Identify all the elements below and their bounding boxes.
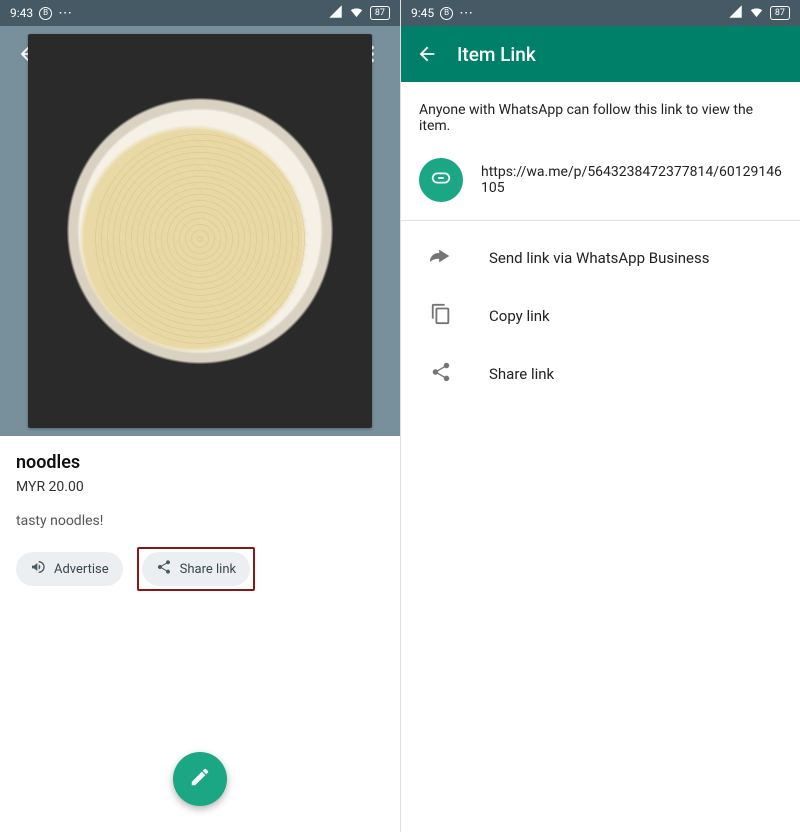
- battery-indicator: 87: [770, 6, 790, 20]
- action-chips: Advertise Share link: [16, 547, 384, 591]
- status-more-icon: [58, 5, 72, 21]
- appbar-title: Item Link: [457, 43, 536, 66]
- forward-icon: [430, 245, 452, 271]
- item-image: [28, 34, 372, 428]
- link-icon: [430, 167, 452, 193]
- screen-item-detail: 9:43 B 87 noodles MYR 20.00 ta: [0, 0, 400, 832]
- screen-item-link: 9:45 B 87 Item Link Anyone with WhatsApp…: [400, 0, 800, 832]
- option-label: Send link via WhatsApp Business: [489, 249, 709, 267]
- option-label: Share link: [489, 365, 554, 383]
- status-bar: 9:45 B 87: [401, 0, 800, 26]
- share-link-button[interactable]: Share link: [142, 552, 250, 586]
- content: Anyone with WhatsApp can follow this lin…: [401, 82, 800, 403]
- megaphone-icon: [30, 559, 46, 579]
- signal-icon: [728, 4, 743, 22]
- share-icon: [430, 361, 452, 387]
- item-title: noodles: [16, 452, 384, 473]
- battery-indicator: 87: [370, 6, 390, 20]
- link-circle: [419, 158, 463, 202]
- advertise-button[interactable]: Advertise: [16, 552, 123, 586]
- edit-fab[interactable]: [173, 752, 227, 806]
- status-bar: 9:43 B 87: [0, 0, 400, 26]
- wifi-icon: [749, 4, 764, 22]
- wifi-icon: [349, 4, 364, 22]
- link-row[interactable]: https://wa.me/p/5643238472377814/6012914…: [419, 158, 782, 202]
- status-time: 9:43: [10, 6, 33, 20]
- item-price: MYR 20.00: [16, 479, 384, 495]
- divider: [401, 220, 800, 221]
- option-share-link[interactable]: Share link: [419, 345, 782, 403]
- share-link-highlight: Share link: [137, 547, 255, 591]
- status-badge-b: B: [440, 7, 453, 20]
- appbar: Item Link: [401, 26, 800, 82]
- signal-icon: [328, 4, 343, 22]
- status-more-icon: [459, 5, 473, 21]
- link-description: Anyone with WhatsApp can follow this lin…: [419, 102, 782, 134]
- back-button[interactable]: [407, 34, 447, 74]
- option-copy-link[interactable]: Copy link: [419, 287, 782, 345]
- item-hero: [0, 26, 400, 436]
- status-badge-b: B: [39, 7, 52, 20]
- item-details: noodles MYR 20.00 tasty noodles! Adverti…: [0, 436, 400, 607]
- advertise-label: Advertise: [54, 562, 109, 577]
- option-label: Copy link: [489, 307, 550, 325]
- copy-icon: [430, 303, 452, 329]
- share-link-label: Share link: [180, 562, 236, 577]
- option-send-whatsapp[interactable]: Send link via WhatsApp Business: [419, 229, 782, 287]
- pencil-icon: [189, 766, 211, 792]
- share-icon: [156, 559, 172, 579]
- link-url: https://wa.me/p/5643238472377814/6012914…: [481, 164, 782, 196]
- item-description: tasty noodles!: [16, 513, 384, 529]
- status-time: 9:45: [411, 6, 434, 20]
